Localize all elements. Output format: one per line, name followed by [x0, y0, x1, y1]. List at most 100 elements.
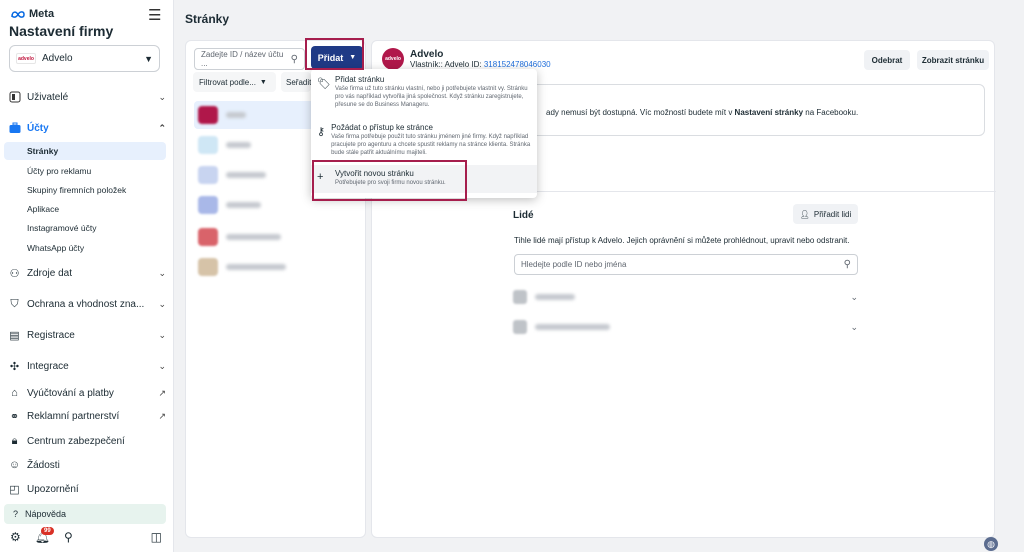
registration-icon: ▤ [9, 329, 20, 342]
page-search-input[interactable]: Zadejte ID / název účtu ... ⚲ [194, 48, 305, 70]
sidebar-item-label: Zdroje dat [27, 267, 73, 279]
assign-people-button[interactable]: 👤︎ Přiřadit lidi [793, 204, 858, 224]
sidebar-subitem-ad-accounts[interactable]: Účty pro reklamu [4, 162, 166, 180]
sidebar-item-brand-safety[interactable]: ⛉ Ochrana a vhodnost zna... ⌄ [8, 294, 166, 314]
add-page-option[interactable]: 🏷︎ Přidat stránku Vaše firma už tuto str… [311, 75, 537, 109]
sidebar-item-data-sources[interactable]: ⚇ Zdroje dat ⌄ [8, 263, 166, 283]
sidebar-item-label: Reklamní partnerství [27, 410, 120, 422]
highlight-add-button [305, 38, 364, 70]
menu-icon[interactable]: ☰ [148, 6, 161, 24]
redacted-text [226, 142, 251, 148]
people-search-placeholder: Hledejte podle ID nebo jména [521, 260, 627, 269]
highlight-create-page [312, 160, 467, 201]
option-description: Vaše firma už tuto stránku vlastní, nebo… [335, 86, 528, 108]
request-access-option[interactable]: ⚷ Požádat o přístup ke stránce Vaše firm… [311, 123, 537, 157]
page-title: Stránky [185, 12, 230, 26]
chevron-down-icon: ⌄ [158, 360, 166, 371]
list-item[interactable] [194, 253, 359, 281]
settings-title: Nastavení firmy [9, 23, 114, 39]
gear-icon[interactable]: ⚙ [10, 530, 21, 544]
sidebar-item-ad-partnerships[interactable]: ⚭ Reklamní partnerství ↗ [8, 406, 166, 426]
assign-people-label: Přiřadit lidi [813, 209, 852, 219]
help-link[interactable]: ? Nápověda [4, 504, 166, 524]
redacted-text [226, 172, 266, 178]
sidebar-subitem-apps[interactable]: Aplikace [4, 200, 166, 218]
business-selector[interactable]: advelo Advelo ▼ [9, 45, 160, 72]
redacted-text [535, 294, 575, 300]
person-icon: 👤︎ [799, 209, 810, 219]
globe-icon[interactable]: ◍ [984, 537, 998, 551]
people-description: Tihle lidé mají přístup k Advelo. Jejich… [514, 236, 850, 245]
sidebar-item-label: Integrace [27, 360, 69, 372]
sidebar-item-security-center[interactable]: 🔒︎ Centrum zabezpečení [8, 431, 166, 451]
sort-label: Seřadit [286, 77, 311, 87]
option-title: Přidat stránku [335, 75, 385, 84]
list-item[interactable] [194, 223, 359, 251]
page-name: Advelo [410, 49, 444, 60]
notification-badge: 99 [41, 527, 54, 535]
notification-icon: ◰ [9, 483, 20, 496]
page-avatar [198, 258, 218, 276]
page-avatar [198, 136, 218, 154]
tag-icon: 🏷︎ [317, 78, 331, 90]
handshake-icon: ⚭ [9, 410, 20, 423]
help-label: Nápověda [25, 509, 67, 519]
person-request-icon: ☺ [8, 459, 21, 471]
sort-dropdown[interactable]: Seřadit [281, 72, 311, 92]
search-icon[interactable]: ⚲ [64, 530, 73, 544]
business-name: Advelo [42, 53, 73, 64]
sidebar-item-label: Vyúčtování a platby [27, 387, 114, 399]
sidebar-item-label: Žádosti [27, 459, 60, 471]
person-row[interactable]: ⌄ [513, 287, 858, 307]
page-settings-link[interactable]: Nastavení stránky [735, 108, 803, 117]
page-owner: Vlastník:: Advelo [410, 60, 470, 69]
person-avatar [513, 320, 527, 334]
sidebar-subitem-asset-groups[interactable]: Skupiny firemních položek [4, 181, 166, 199]
people-title: Lidé [513, 210, 534, 221]
page-avatar [198, 166, 218, 184]
page-avatar [198, 196, 218, 214]
view-page-button[interactable]: Zobrazit stránku [917, 50, 989, 70]
collapse-sidebar-icon[interactable]: ◫ [151, 530, 162, 544]
people-search-input[interactable]: Hledejte podle ID nebo jména ⚲ [514, 254, 858, 275]
sidebar-item-billing[interactable]: ⌂ Vyúčtování a platby ↗ [8, 383, 166, 403]
sidebar-subitem-pages[interactable]: Stránky [4, 142, 166, 160]
main-area: Stránky Zadejte ID / název účtu ... ⚲ Př… [174, 0, 1024, 552]
remove-button[interactable]: Odebrat [864, 50, 910, 70]
lock-icon: 🔒︎ [11, 434, 18, 447]
redacted-text [226, 202, 261, 208]
sidebar-item-accounts[interactable]: Účty ⌃ [8, 118, 166, 138]
redacted-text [226, 264, 286, 270]
page-header: advelo Advelo Vlastník:: Advelo ID: 3181… [382, 48, 551, 70]
search-placeholder: Zadejte ID / název účtu ... [201, 50, 284, 68]
sidebar-item-label: Registrace [27, 329, 75, 341]
person-row[interactable]: ⌄ [513, 317, 858, 337]
integrations-icon: ✣ [9, 360, 20, 373]
meta-logo: Meta [10, 8, 54, 20]
sidebar-item-label: Ochrana a vhodnost zna... [27, 298, 145, 310]
sidebar-subitem-whatsapp[interactable]: WhatsApp účty [4, 239, 166, 257]
page-owner-line: Vlastník:: Advelo ID: 318152478046030 [410, 60, 551, 69]
caret-down-icon: ▼ [144, 53, 153, 64]
filter-dropdown[interactable]: Filtrovat podle... ▼ [193, 72, 276, 92]
info-text: ady nemusí být dostupná. Víc možností bu… [546, 108, 858, 117]
chevron-down-icon: ⌄ [850, 291, 858, 302]
page-id-label: ID: [471, 60, 482, 69]
sidebar-subitem-instagram[interactable]: Instagramové účty [4, 219, 166, 237]
sidebar-item-integrations[interactable]: ✣ Integrace ⌄ [8, 356, 166, 376]
chevron-up-icon: ⌃ [158, 122, 166, 133]
shield-icon: ⛉ [10, 297, 19, 310]
search-icon: ⚲ [843, 259, 851, 270]
users-icon [8, 91, 21, 104]
sidebar-item-label: Centrum zabezpečení [27, 435, 125, 447]
help-icon: ? [13, 509, 19, 519]
chevron-down-icon: ⌄ [158, 329, 166, 340]
page-id[interactable]: 318152478046030 [484, 60, 551, 69]
sidebar-item-notifications[interactable]: ◰ Upozornění [8, 479, 166, 499]
sidebar-item-requests[interactable]: ☺ Žádosti [8, 455, 166, 475]
sidebar-item-users[interactable]: Uživatelé ⌄ [8, 87, 166, 107]
meta-wordmark: Meta [29, 8, 55, 20]
chevron-down-icon: ⌄ [850, 321, 858, 332]
sidebar-item-registration[interactable]: ▤ Registrace ⌄ [8, 325, 166, 345]
caret-down-icon: ▼ [259, 78, 267, 86]
